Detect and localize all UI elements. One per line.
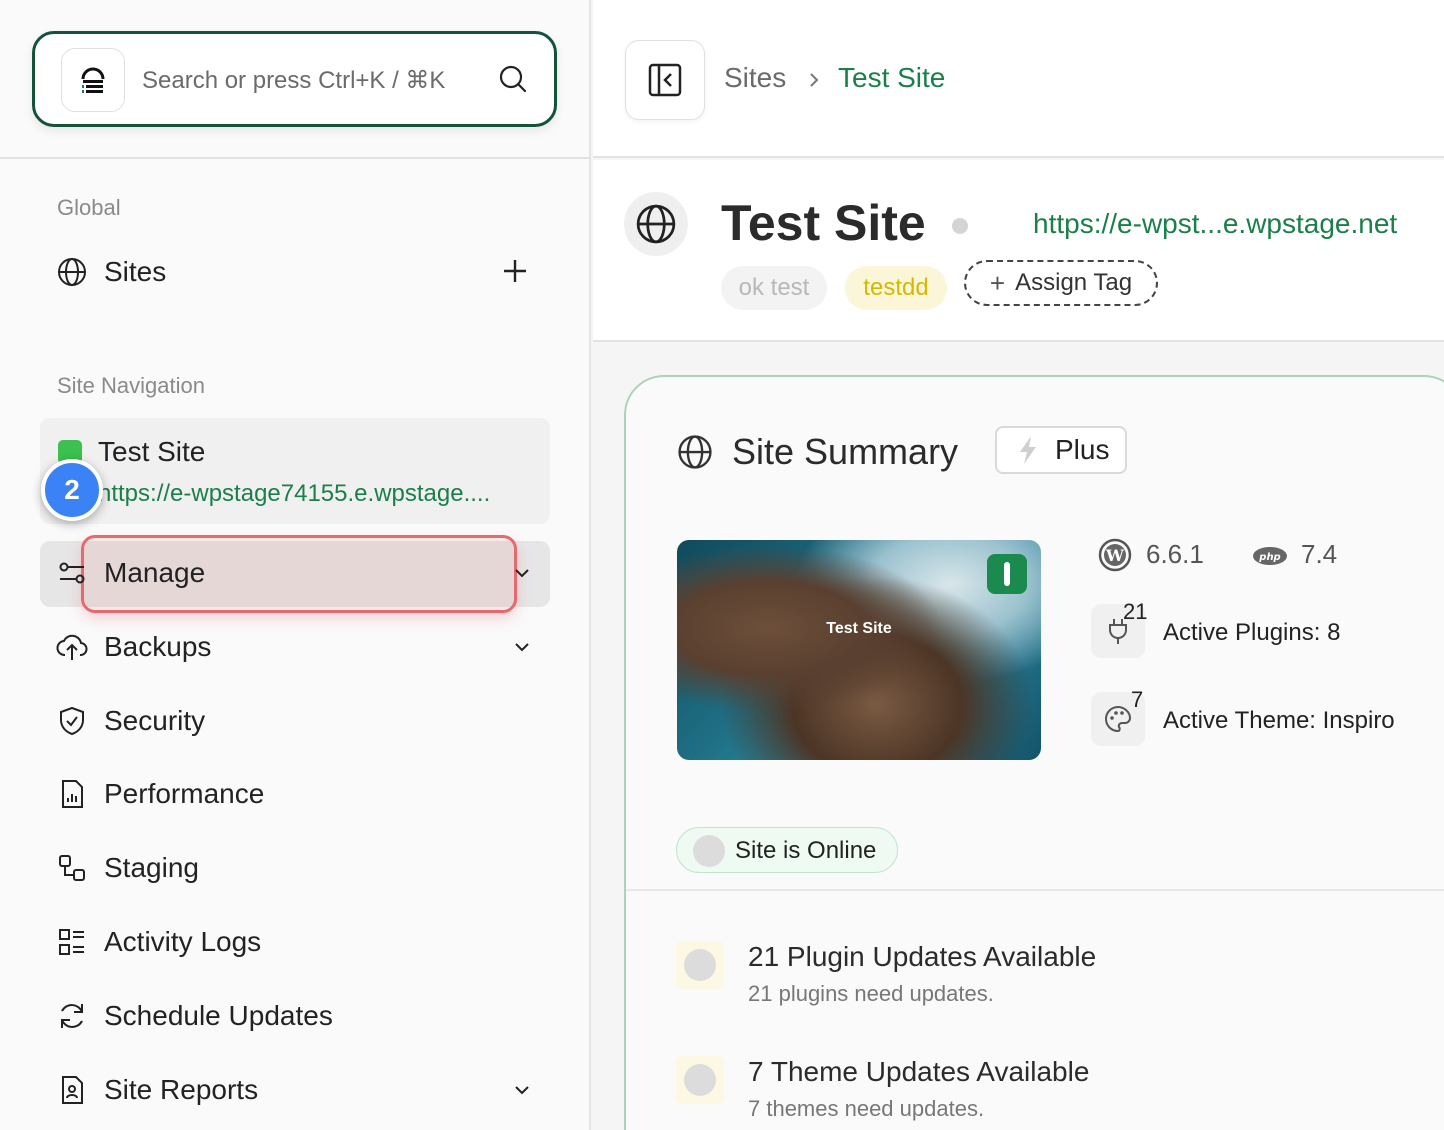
site-thumbnail[interactable]: Test Site — [677, 540, 1041, 760]
chevron-down-icon[interactable] — [512, 637, 532, 657]
file-chart-icon — [62, 780, 83, 808]
sidebar: Search or press Ctrl+K / ⌘K Global Sites… — [0, 0, 591, 1130]
search-bar[interactable]: Search or press Ctrl+K / ⌘K — [32, 31, 557, 127]
thumbnail-title: Test Site — [826, 620, 892, 637]
add-site-button[interactable] — [500, 256, 530, 286]
list-icon — [59, 929, 84, 955]
assign-tag-button[interactable]: + Assign Tag — [964, 260, 1158, 306]
chevron-down-icon[interactable] — [512, 563, 532, 583]
sidebar-collapse-icon — [648, 63, 682, 97]
page-title: Test Site — [721, 195, 926, 251]
report-icon — [62, 1076, 83, 1104]
sidebar-item-security[interactable]: Security — [40, 689, 550, 753]
plan-label: Plus — [1055, 434, 1110, 465]
current-site-name: Test Site — [98, 436, 206, 467]
sidebar-item-activity-logs[interactable]: Activity Logs — [40, 910, 550, 974]
site-header: Test Site https://e-wpst...e.wpstage.net… — [593, 160, 1444, 342]
update-subtitle: 21 plugins need updates. — [748, 981, 994, 1006]
plus-icon: + — [989, 267, 1006, 298]
svg-text:W: W — [1105, 546, 1125, 565]
status-circle-icon — [693, 835, 725, 867]
plugin-updates-item[interactable]: 21 Plugin Updates Available 21 plugins n… — [676, 941, 1376, 1031]
refresh-icon — [61, 1004, 83, 1028]
globe-icon — [636, 204, 676, 244]
chevron-right-icon — [810, 73, 819, 87]
sidebar-item-label: Sites — [104, 256, 167, 287]
palette-icon — [1105, 705, 1132, 733]
current-site-url[interactable]: https://e-wpstage74155.e.wpstage.... — [98, 480, 490, 508]
globe-icon — [678, 435, 712, 469]
sidebar-item-label: Staging — [104, 852, 199, 883]
site-avatar — [624, 192, 688, 256]
active-theme: Active Theme: Inspiro — [1163, 707, 1395, 734]
site-summary-card: Site Summary Plus Test Site W 6.6.1 php … — [624, 375, 1444, 1130]
card-divider — [626, 889, 1444, 891]
php-version: 7.4 — [1301, 539, 1338, 569]
breadcrumb-parent[interactable]: Sites — [724, 62, 786, 94]
current-site-card[interactable]: Test Site https://e-wpstage74155.e.wpsta… — [40, 418, 550, 524]
summary-title: Site Summary — [732, 431, 959, 472]
sidebar-item-label: Activity Logs — [104, 926, 262, 957]
active-plugins: Active Plugins: 8 — [1163, 619, 1341, 646]
wordpress-icon: W — [1098, 538, 1132, 572]
chevron-down-icon[interactable] — [512, 1080, 532, 1100]
top-bar: Sites Test Site — [593, 0, 1444, 158]
shield-check-icon — [60, 706, 84, 736]
update-title: 7 Theme Updates Available — [748, 1056, 1090, 1087]
theme-update-icon — [676, 1056, 724, 1104]
step-badge: 2 — [41, 459, 103, 521]
assign-tag-label: Assign Tag — [1015, 269, 1133, 296]
sidebar-item-label: Performance — [104, 778, 265, 809]
staging-icon — [59, 855, 85, 881]
cloud-upload-icon — [56, 634, 88, 660]
sidebar-item-label: Security — [104, 705, 206, 736]
app-logo-icon — [81, 67, 105, 93]
lightning-icon — [1020, 436, 1036, 464]
sidebar-item-label: Site Reports — [104, 1074, 259, 1105]
section-label-site-navigation: Site Navigation — [57, 373, 205, 398]
sidebar-item-staging[interactable]: Staging — [40, 836, 550, 900]
sidebar-item-manage[interactable]: Manage — [40, 541, 550, 605]
collapse-sidebar-button[interactable] — [625, 40, 705, 120]
sidebar-item-site-reports[interactable]: Site Reports — [40, 1058, 550, 1122]
section-label-global: Global — [57, 195, 121, 220]
tag-testdd[interactable]: testdd — [845, 266, 947, 310]
sidebar-item-backups[interactable]: Backups — [40, 615, 550, 679]
status-text: Site is Online — [735, 837, 877, 864]
wordpress-version: 6.6.1 — [1146, 539, 1204, 569]
thumbnail-badge-icon — [987, 554, 1027, 594]
app-logo[interactable] — [61, 48, 125, 112]
status-badge: Site is Online — [676, 827, 898, 873]
site-url-link[interactable]: https://e-wpst...e.wpstage.net — [1033, 208, 1397, 240]
plugins-count: 21 — [1123, 599, 1148, 624]
update-title: 21 Plugin Updates Available — [748, 941, 1097, 972]
php-icon: php — [1253, 547, 1287, 565]
svg-text:php: php — [1258, 552, 1280, 563]
sliders-icon — [59, 562, 85, 584]
globe-icon — [58, 258, 86, 286]
sidebar-item-schedule-updates[interactable]: Schedule Updates — [40, 984, 550, 1048]
breadcrumb-current: Test Site — [838, 62, 946, 93]
site-status-indicator — [952, 218, 968, 234]
sidebar-item-label: Schedule Updates — [104, 1000, 333, 1031]
sidebar-item-label: Manage — [104, 557, 206, 588]
plugin-update-icon — [676, 941, 724, 989]
sidebar-item-sites[interactable]: Sites — [40, 240, 550, 304]
tag-ok-test[interactable]: ok test — [721, 266, 827, 310]
themes-count: 7 — [1131, 687, 1144, 712]
plan-badge: Plus — [995, 426, 1127, 474]
search-icon[interactable] — [498, 64, 528, 94]
update-subtitle: 7 themes need updates. — [748, 1096, 985, 1121]
search-input[interactable]: Search or press Ctrl+K / ⌘K — [142, 66, 445, 95]
theme-updates-item[interactable]: 7 Theme Updates Available 7 themes need … — [676, 1056, 1376, 1130]
sidebar-divider — [0, 157, 591, 159]
sidebar-item-label: Backups — [104, 631, 212, 662]
sidebar-item-performance[interactable]: Performance — [40, 762, 550, 826]
